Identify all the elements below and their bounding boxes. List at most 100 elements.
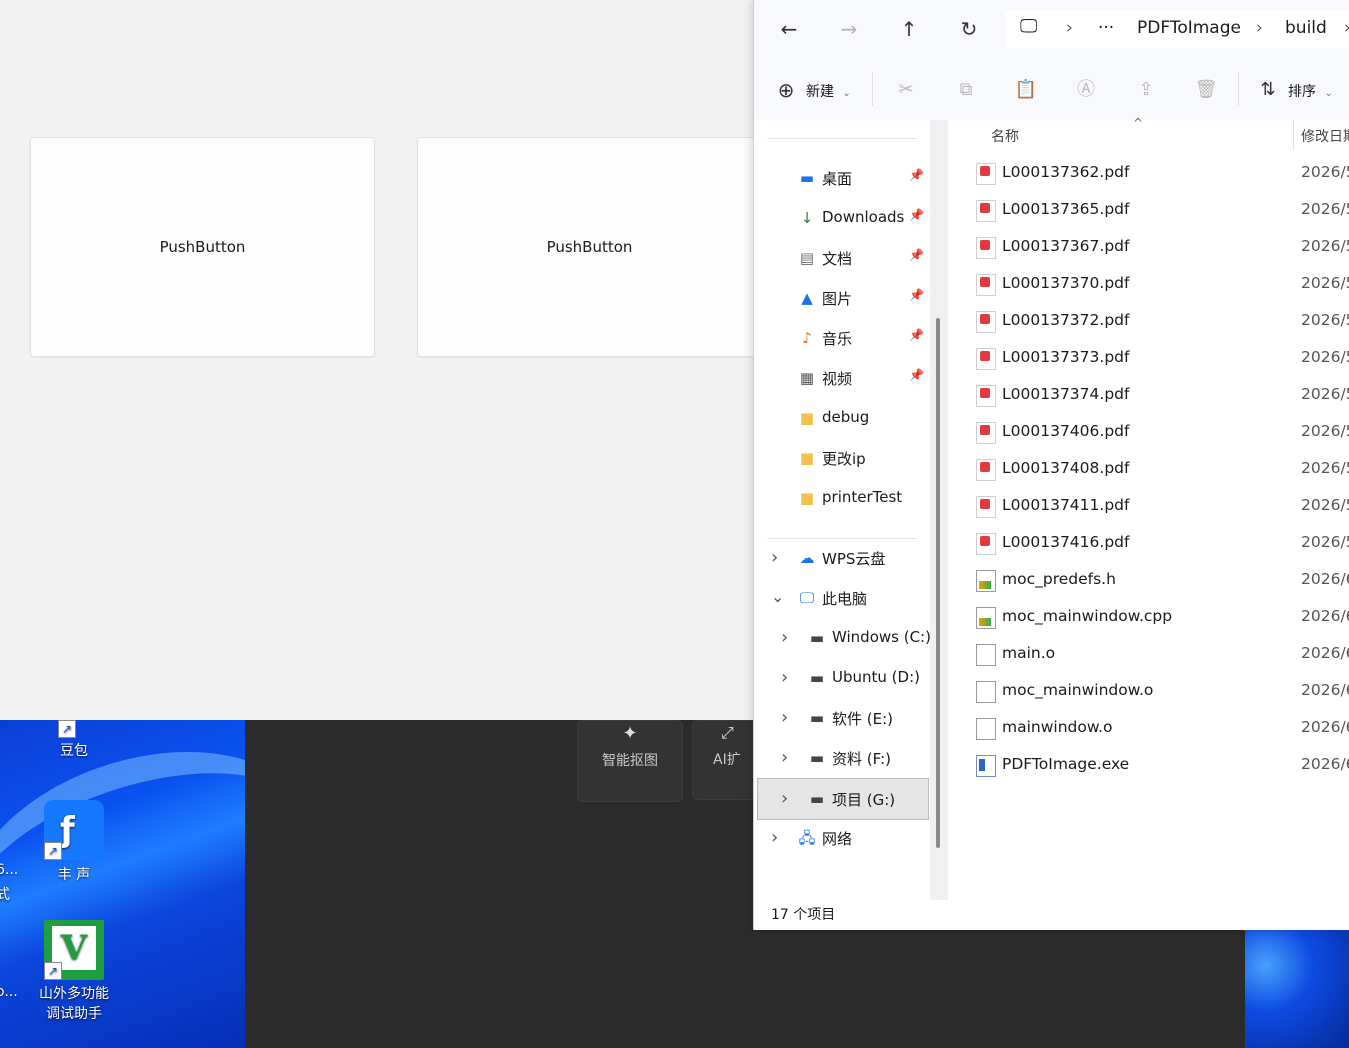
chevron-right-icon[interactable]: › <box>1344 18 1349 38</box>
push-button-2[interactable]: PushButton <box>417 137 762 357</box>
desktop-partial-label: te <box>0 740 4 756</box>
drive-icon: ▬ <box>809 629 825 647</box>
file-date: 2026/6 <box>1301 718 1349 736</box>
nav-item-pinned[interactable]: ▬ 桌面 📌 <box>754 158 934 198</box>
file-name: L000137370.pdf <box>1002 274 1130 292</box>
nav-tree-item[interactable]: › ▬ Windows (C:) <box>754 618 934 658</box>
breadcrumb-ellipsis[interactable]: ··· <box>1098 18 1114 38</box>
file-row[interactable]: L000137370.pdf 2026/5 <box>948 266 1349 303</box>
nav-tree-item[interactable]: › ☁ WPS云盘 <box>754 538 934 578</box>
pdf-file-icon <box>976 348 996 370</box>
file-row[interactable]: mainwindow.o 2026/6 <box>948 710 1349 747</box>
chevron-right-icon[interactable]: › <box>1256 18 1263 38</box>
file-row[interactable]: L000137411.pdf 2026/5 <box>948 488 1349 525</box>
chevron-right-icon[interactable]: › <box>781 667 788 688</box>
nav-item-pinned[interactable]: ▦ 视频 📌 <box>754 358 934 398</box>
pin-icon[interactable]: 📌 <box>909 248 924 262</box>
chevron-right-icon[interactable]: › <box>771 827 778 848</box>
exe-file-icon <box>976 755 996 777</box>
cut-icon[interactable]: ✂ <box>894 78 918 102</box>
sort-button[interactable]: 排序 ⌄ <box>1288 81 1333 101</box>
nav-item-pinned[interactable]: ♪ 音乐 📌 <box>754 318 934 358</box>
new-button[interactable]: 新建 ⌄ <box>806 81 851 101</box>
up-arrow-icon[interactable]: ↑ <box>894 14 924 44</box>
breadcrumb-pdftoimage[interactable]: PDFToImage <box>1137 18 1241 38</box>
chevron-right-icon[interactable]: › <box>781 747 788 768</box>
pin-icon[interactable]: 📌 <box>909 368 924 382</box>
file-row[interactable]: L000137416.pdf 2026/5 <box>948 525 1349 562</box>
tool-card-matting[interactable]: ✦ 智能抠图 <box>577 720 683 802</box>
chevron-right-icon[interactable]: › <box>771 547 778 568</box>
file-row[interactable]: moc_predefs.h 2026/6 <box>948 562 1349 599</box>
desktop-icon-fengsheng[interactable]: ƒ ↗ 丰 声 <box>29 800 119 884</box>
tool-card-ai-expand[interactable]: ⤢ AI扩 <box>692 720 762 800</box>
nav-tree-item[interactable]: › ▬ 项目 (G:) <box>757 778 929 820</box>
chevron-right-icon[interactable]: › <box>781 627 788 648</box>
file-date: 2026/5 <box>1301 385 1349 403</box>
file-name: L000137373.pdf <box>1002 348 1130 366</box>
file-row[interactable]: L000137365.pdf 2026/5 <box>948 192 1349 229</box>
file-row[interactable]: moc_mainwindow.o 2026/6 <box>948 673 1349 710</box>
pin-icon[interactable]: 📌 <box>909 168 924 182</box>
nav-tree-item[interactable]: › ▬ 资料 (F:) <box>754 738 934 778</box>
file-row[interactable]: moc_mainwindow.cpp 2026/6 <box>948 599 1349 636</box>
desktop-icon-doubao[interactable]: ↗ 豆包 <box>29 720 119 760</box>
address-bar[interactable]: 🖵 › ··· PDFToImage › build › <box>1006 10 1349 48</box>
nav-item-pinned[interactable]: ↓ Downloads 📌 <box>754 198 934 238</box>
chevron-down-icon[interactable]: ⌄ <box>771 587 784 606</box>
pin-icon[interactable]: 📌 <box>909 208 924 222</box>
nav-item-label: 图片 <box>822 290 853 308</box>
nav-item-folder[interactable]: ■ debug <box>754 398 934 438</box>
nav-divider <box>767 138 917 139</box>
drive-icon: ▬ <box>809 669 825 687</box>
file-name: main.o <box>1002 644 1056 662</box>
nav-item-label: Ubuntu (D:) <box>832 668 920 686</box>
chevron-right-icon[interactable]: › <box>781 788 788 809</box>
nav-item-label: 此电脑 <box>822 590 868 608</box>
rename-icon[interactable]: Ⓐ <box>1074 78 1098 102</box>
breadcrumb-build[interactable]: build <box>1285 18 1327 38</box>
share-icon[interactable]: ⇪ <box>1134 78 1158 102</box>
delete-icon[interactable]: 🗑 <box>1194 78 1218 102</box>
file-row[interactable]: PDFToImage.exe 2026/6 <box>948 747 1349 784</box>
chevron-right-icon[interactable]: › <box>781 707 788 728</box>
column-header: ^ 名称 修改日期 <box>948 116 1349 150</box>
column-modified[interactable]: 修改日期 <box>1301 126 1349 146</box>
copy-icon[interactable]: ⧉ <box>954 78 978 102</box>
nav-tree-item[interactable]: ⌄ 🖵 此电脑 <box>754 578 934 618</box>
nav-tree-item[interactable]: › ▬ Ubuntu (D:) <box>754 658 934 698</box>
file-row[interactable]: L000137373.pdf 2026/5 <box>948 340 1349 377</box>
chevron-right-icon[interactable]: › <box>1066 18 1073 38</box>
desktop-icon-serial-debug[interactable]: V ↗ 山外多功能 调试助手 <box>29 920 119 1024</box>
file-date: 2026/5 <box>1301 459 1349 477</box>
pin-icon[interactable]: 📌 <box>909 288 924 302</box>
nav-scrollbar-thumb[interactable] <box>936 318 940 848</box>
paste-icon[interactable]: 📋 <box>1014 78 1038 102</box>
file-row[interactable]: L000137362.pdf 2026/5 <box>948 155 1349 192</box>
file-date: 2026/5 <box>1301 348 1349 366</box>
file-row[interactable]: L000137406.pdf 2026/5 <box>948 414 1349 451</box>
nav-item-folder[interactable]: ■ 更改ip <box>754 438 934 478</box>
pin-icon[interactable]: 📌 <box>909 328 924 342</box>
back-arrow-icon[interactable]: ← <box>774 14 804 44</box>
nav-item-folder[interactable]: ■ printerTest <box>754 478 934 518</box>
push-button-1[interactable]: PushButton <box>30 137 375 357</box>
refresh-icon[interactable]: ↻ <box>954 14 984 44</box>
nav-tree-item[interactable]: › 🖧 网络 <box>754 818 934 858</box>
file-row[interactable]: L000137372.pdf 2026/5 <box>948 303 1349 340</box>
forward-arrow-icon[interactable]: → <box>834 14 864 44</box>
nav-item-pinned[interactable]: ▤ 文档 📌 <box>754 238 934 278</box>
file-name: L000137406.pdf <box>1002 422 1130 440</box>
code-file-icon <box>976 570 996 592</box>
nav-item-pinned[interactable]: ▲ 图片 📌 <box>754 278 934 318</box>
nav-tree-item[interactable]: › ▬ 软件 (E:) <box>754 698 934 738</box>
command-bar: ⊕ 新建 ⌄ ✂ ⧉ 📋 Ⓐ ⇪ 🗑 ⇅ 排序 ⌄ <box>754 58 1349 121</box>
file-row[interactable]: main.o 2026/6 <box>948 636 1349 673</box>
folder-icon: ■ <box>799 449 815 467</box>
file-row[interactable]: L000137367.pdf 2026/5 <box>948 229 1349 266</box>
column-name[interactable]: 名称 <box>991 126 1019 146</box>
file-row[interactable]: L000137408.pdf 2026/5 <box>948 451 1349 488</box>
network-icon: 🖧 <box>798 829 816 847</box>
column-divider[interactable] <box>1293 120 1294 150</box>
file-row[interactable]: L000137374.pdf 2026/5 <box>948 377 1349 414</box>
